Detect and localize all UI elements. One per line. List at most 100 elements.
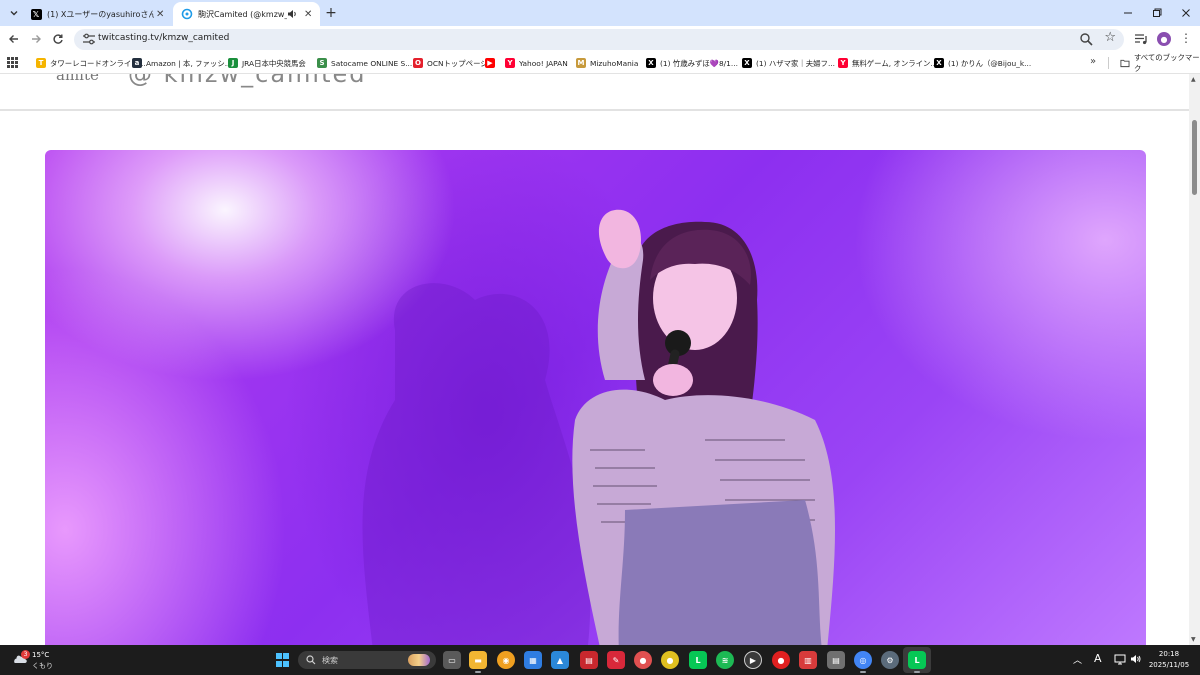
chrome-icon[interactable]: ◎: [854, 651, 872, 673]
new-tab-button[interactable]: +: [323, 5, 339, 21]
bookmark-label: (1) かりん（@Bijou_k...: [948, 58, 1032, 68]
bookmark-label: (1) ハザマ家｜夫婦フ...: [756, 58, 835, 68]
app-grey-icon[interactable]: ▤: [827, 651, 845, 669]
site-info-icon[interactable]: [82, 33, 96, 46]
start-button[interactable]: [276, 653, 290, 667]
reload-button[interactable]: [48, 29, 68, 49]
tab-x-yasuhiro[interactable]: 𝕏 (1) Xユーザーのyasuhiroさん:「是 ✕: [22, 2, 172, 26]
arrow-right-icon: [32, 35, 41, 43]
bookmark-item[interactable]: a Amazon | 本, ファッシ...: [132, 56, 232, 70]
media-control-icon[interactable]: [1134, 32, 1148, 46]
web-page: amite @ kmzw_camited: [0, 74, 1189, 645]
bookmark-item[interactable]: Y 無料ゲーム, オンライン...: [838, 56, 937, 70]
yahoo-icon: Y: [505, 58, 515, 68]
bookmark-label: MizuhoMania: [590, 58, 639, 68]
search-highlight-image: [408, 654, 430, 666]
apps-grid-icon[interactable]: [7, 57, 18, 68]
restore-icon: [1153, 8, 1162, 17]
network-icon[interactable]: [1114, 653, 1126, 665]
photos-icon[interactable]: ▲: [551, 651, 569, 669]
scroll-down-icon[interactable]: ▼: [1191, 636, 1196, 643]
microsoft-store-icon[interactable]: ▦: [524, 651, 542, 669]
bookmark-item[interactable]: M MizuhoMania: [576, 56, 638, 70]
app-yellow-icon[interactable]: ●: [661, 651, 679, 669]
bookmark-item[interactable]: X (1) かりん（@Bijou_k...: [934, 56, 1031, 70]
url-text: twitcasting.tv/kmzw_camited: [98, 33, 230, 43]
app-red-round-icon[interactable]: ●: [772, 651, 790, 669]
bookmark-item[interactable]: ▶: [485, 56, 499, 70]
file-explorer-icon[interactable]: ▬: [469, 651, 487, 673]
chrome-menu-button[interactable]: ⋮: [1180, 31, 1192, 45]
address-bar[interactable]: twitcasting.tv/kmzw_camited ☆: [74, 29, 1124, 50]
bookmark-item[interactable]: S Satocame ONLINE S...: [317, 56, 412, 70]
tab-strip: 𝕏 (1) Xユーザーのyasuhiroさん:「是 ✕ 駒沢Camited (@…: [0, 0, 1200, 26]
tower-records-icon: T: [36, 58, 46, 68]
line-app-icon[interactable]: L: [689, 651, 707, 669]
bookmark-label: Amazon | 本, ファッシ...: [146, 58, 232, 68]
mizuhomania-icon: M: [576, 58, 586, 68]
media-player-icon[interactable]: ▶: [744, 651, 762, 669]
bookmark-item[interactable]: Y Yahoo! JAPAN: [505, 56, 568, 70]
app-orange-icon[interactable]: ◉: [497, 651, 515, 669]
live-video-player[interactable]: [45, 150, 1146, 645]
bookmark-item[interactable]: X (1) 竹歳みずほ💜8/1...: [646, 56, 738, 70]
tab-title: 駒沢Camited (@kmzw_cam: [198, 9, 287, 19]
tab-search-button[interactable]: [4, 3, 24, 23]
minimize-button[interactable]: [1116, 3, 1140, 23]
scrollbar-thumb[interactable]: [1192, 120, 1197, 195]
app-ai-icon[interactable]: ●: [634, 651, 652, 669]
arrow-left-icon: [9, 35, 18, 43]
forward-button[interactable]: [26, 29, 46, 49]
calendar-app-icon[interactable]: ▥: [799, 651, 817, 669]
bookmark-item[interactable]: O OCNトップページ: [413, 56, 488, 70]
tab-close-icon[interactable]: ✕: [302, 7, 314, 21]
task-view-icon[interactable]: ▭: [443, 651, 461, 669]
weather-temp: 15°C: [32, 651, 50, 659]
page-scrollbar[interactable]: ▲ ▼: [1189, 74, 1200, 645]
weather-widget[interactable]: 3 15°C くもり: [8, 649, 78, 671]
bookmark-item[interactable]: J JRA日本中央競馬会: [228, 56, 306, 70]
all-bookmarks-button[interactable]: すべてのブックマーク: [1120, 53, 1200, 73]
app-red-box-icon[interactable]: ▤: [580, 651, 598, 669]
bookmark-item[interactable]: T タワーレコードオンライン...: [36, 56, 146, 70]
ime-indicator[interactable]: A: [1094, 652, 1102, 665]
all-bookmarks-label: すべてのブックマーク: [1133, 53, 1200, 73]
profile-avatar[interactable]: ●: [1157, 32, 1171, 46]
x-icon: X: [646, 58, 656, 68]
restore-button[interactable]: [1145, 3, 1169, 23]
tab-close-icon[interactable]: ✕: [154, 7, 166, 21]
settings-icon[interactable]: ⚙: [881, 651, 899, 669]
line-app-2-icon[interactable]: L: [908, 651, 926, 673]
youtube-icon: ▶: [485, 58, 495, 68]
zoom-icon[interactable]: [1079, 32, 1094, 47]
reload-icon: [53, 34, 63, 44]
tab-twitcasting[interactable]: 駒沢Camited (@kmzw_cam ✕: [173, 2, 320, 26]
windows-taskbar: 3 15°C くもり 検索 ▭ ▬ ◉ ▦ ▲ ▤ ✎ ● ● L ≋ ▶ ● …: [0, 645, 1200, 675]
bookmark-item[interactable]: X (1) ハザマ家｜夫婦フ...: [742, 56, 835, 70]
spotify-icon[interactable]: ≋: [716, 651, 734, 669]
x-icon: 𝕏: [30, 8, 42, 20]
close-window-button[interactable]: [1174, 3, 1198, 23]
ocn-icon: O: [413, 58, 423, 68]
bookmarks-overflow-button[interactable]: »: [1090, 56, 1096, 67]
channel-handle: @ kmzw_camited: [128, 74, 367, 88]
bookmark-star-icon[interactable]: ☆: [1104, 30, 1116, 45]
volume-icon[interactable]: [1130, 653, 1142, 665]
bookmark-label: 無料ゲーム, オンライン...: [852, 58, 938, 68]
bookmarks-bar: T タワーレコードオンライン... a Amazon | 本, ファッシ... …: [0, 52, 1200, 74]
tray-overflow-icon[interactable]: ︿: [1073, 653, 1082, 666]
search-icon: [306, 655, 316, 665]
taskbar-search-box[interactable]: 検索: [298, 651, 436, 669]
speaker-icon[interactable]: [287, 7, 299, 21]
search-placeholder: 検索: [322, 656, 338, 665]
site-header: amite @ kmzw_camited: [0, 74, 1189, 111]
divider: [1108, 57, 1109, 69]
amazon-icon: a: [132, 58, 142, 68]
chevron-down-icon: [10, 11, 18, 16]
scroll-up-icon[interactable]: ▲: [1191, 76, 1196, 83]
back-button[interactable]: [4, 29, 24, 49]
system-clock[interactable]: 20:18 2025/11/05: [1148, 649, 1190, 671]
app-edit-icon[interactable]: ✎: [607, 651, 625, 669]
folder-icon: [1120, 59, 1130, 68]
site-logo[interactable]: amite: [56, 74, 99, 84]
